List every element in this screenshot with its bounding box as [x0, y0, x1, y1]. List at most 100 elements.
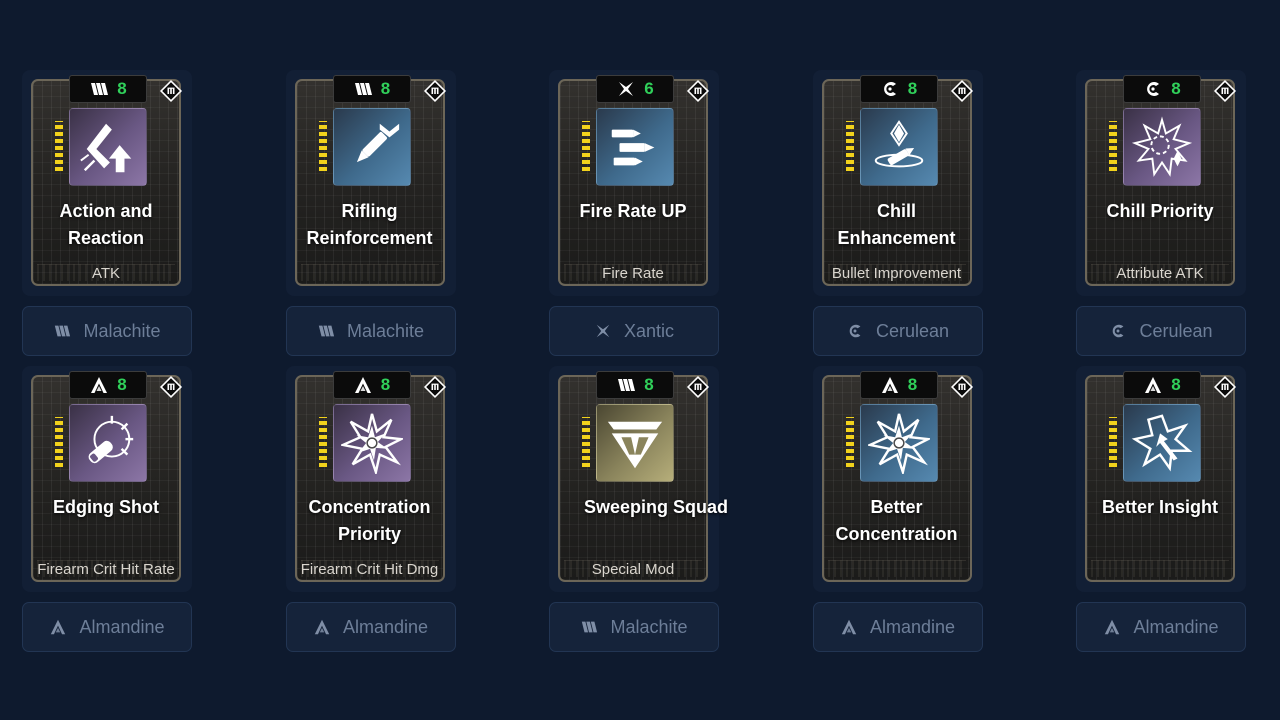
tier-diamond-icon — [423, 375, 447, 399]
module-card[interactable]: 8 Better Concentration — [812, 366, 983, 592]
xantic-icon — [594, 322, 612, 340]
cerulean-icon — [1109, 322, 1127, 340]
capacity-badge: 8 — [596, 371, 674, 399]
element-label: Cerulean — [875, 320, 950, 341]
tier-diamond-icon — [950, 79, 974, 103]
xantic-icon — [616, 79, 636, 99]
malachite-icon — [317, 322, 335, 340]
malachite-icon — [353, 79, 373, 99]
tier-diamond-icon — [686, 375, 710, 399]
module-card-face: 8 Action and Reaction ATK — [31, 75, 183, 286]
almandine-icon — [1103, 618, 1121, 636]
card-pins — [1109, 417, 1117, 467]
module-art — [596, 404, 674, 482]
module-art — [332, 108, 411, 186]
card-pins — [582, 121, 590, 171]
module-card[interactable]: 8 Edging Shot Firearm Crit Hit Rate — [22, 366, 192, 592]
module-card[interactable]: 8 Rifling Reinforcement — [285, 70, 456, 296]
module-title: Chill Priority — [1106, 201, 1214, 221]
module-art — [1123, 404, 1201, 482]
squad-emblem-art-icon — [604, 412, 666, 474]
module-title: Better Insight — [1101, 497, 1218, 517]
capacity-cost: 8 — [907, 79, 918, 98]
capacity-badge: 8 — [1123, 371, 1201, 399]
card-pins — [845, 121, 854, 171]
action-reaction-art-icon — [77, 116, 139, 178]
module-cell-1: 8 Action and Reaction ATK Malachite — [22, 70, 192, 356]
insight-burst-art-icon — [1131, 412, 1193, 474]
cerulean-icon — [846, 322, 864, 340]
module-grid: 8 Action and Reaction ATK Malachite 8 Ri… — [22, 70, 1246, 652]
module-cell-5: 8 Chill Priority Attribute ATK Cerulean — [1076, 70, 1246, 356]
module-title: Better Concentration — [835, 497, 958, 544]
module-card[interactable]: 8 Concentration Priority Firearm Crit Hi… — [285, 366, 456, 592]
element-label: Almandine — [1133, 616, 1219, 637]
element-tag: Almandine — [1076, 602, 1246, 652]
capacity-badge: 8 — [332, 75, 411, 103]
module-cell-3: 6 Fire Rate UP Fire Rate Xantic — [549, 70, 719, 356]
module-card-face: 8 Better Insight — [1085, 371, 1237, 582]
malachite-icon — [53, 322, 71, 340]
module-card[interactable]: 8 Better Insight — [1076, 366, 1246, 592]
module-card[interactable]: 8 Chill Enhancement Bullet Improvement — [812, 70, 983, 296]
module-art — [596, 108, 674, 186]
module-card[interactable]: 6 Fire Rate UP Fire Rate — [549, 70, 719, 296]
tier-diamond-icon — [1213, 375, 1237, 399]
cerulean-icon — [1143, 79, 1163, 99]
element-tag: Malachite — [549, 602, 719, 652]
malachite-icon — [580, 618, 598, 636]
cerulean-icon — [880, 79, 900, 99]
element-tag: Almandine — [22, 602, 192, 652]
tier-diamond-icon — [159, 79, 183, 103]
card-pins — [1109, 121, 1117, 171]
module-title: Rifling Reinforcement — [306, 201, 433, 248]
module-cell-2: 8 Rifling Reinforcement Malachite — [285, 70, 456, 356]
module-card-face: 8 Chill Enhancement Bullet Improvement — [821, 75, 974, 286]
module-card[interactable]: 8 Sweeping Squad Special Mod — [549, 366, 728, 592]
module-card-face: 8 Rifling Reinforcement — [294, 75, 446, 286]
capacity-badge: 6 — [596, 75, 674, 103]
module-title: Concentration Priority — [308, 497, 431, 544]
capacity-cost: 8 — [117, 79, 127, 98]
module-art — [332, 404, 411, 482]
module-card[interactable]: 8 Chill Priority Attribute ATK — [1076, 70, 1246, 296]
card-pins — [55, 121, 63, 171]
module-card-face: 8 Better Concentration — [821, 371, 973, 582]
capacity-cost: 6 — [644, 79, 654, 98]
capacity-badge: 8 — [859, 371, 938, 399]
module-stat: Firearm Crit Hit Dmg — [300, 561, 439, 578]
module-stat: Special Mod — [591, 561, 675, 578]
module-title: Chill Enhancement — [837, 201, 956, 248]
capacity-badge: 8 — [859, 75, 938, 103]
element-label: Xantic — [623, 320, 675, 341]
module-cell-4: 8 Chill Enhancement Bullet Improvement C… — [812, 70, 983, 356]
module-title: Action and Reaction — [59, 201, 153, 248]
module-art — [69, 404, 147, 482]
module-card-face: 8 Edging Shot Firearm Crit Hit Rate — [31, 371, 183, 582]
module-art — [859, 108, 938, 186]
module-card-face: 8 Concentration Priority Firearm Crit Hi… — [294, 371, 447, 582]
card-pins — [845, 417, 854, 467]
capacity-badge: 8 — [332, 371, 411, 399]
module-title: Edging Shot — [53, 497, 159, 517]
module-title: Fire Rate UP — [579, 201, 687, 221]
bullets-art-icon — [604, 116, 666, 178]
almandine-icon — [89, 375, 109, 395]
element-label: Almandine — [79, 616, 165, 637]
module-stat: Bullet Improvement — [831, 265, 962, 282]
element-label: Cerulean — [1139, 320, 1213, 341]
malachite-icon — [89, 79, 109, 99]
capacity-cost: 8 — [117, 375, 127, 394]
edging-shot-art-icon — [77, 412, 139, 474]
module-cell-7: 8 Concentration Priority Firearm Crit Hi… — [285, 366, 456, 652]
almandine-icon — [1143, 375, 1163, 395]
module-cell-8: 8 Sweeping Squad Special Mod Malachite — [549, 366, 728, 652]
module-card-face: 8 Sweeping Squad Special Mod — [558, 371, 728, 582]
module-stat: Firearm Crit Hit Rate — [37, 561, 175, 578]
capacity-cost: 8 — [907, 375, 918, 394]
module-cell-9: 8 Better Concentration Almandine — [812, 366, 983, 652]
module-stat: Attribute ATK — [1116, 265, 1204, 282]
element-tag: Cerulean — [812, 306, 983, 356]
element-label: Malachite — [346, 320, 425, 341]
module-card[interactable]: 8 Action and Reaction ATK — [22, 70, 192, 296]
